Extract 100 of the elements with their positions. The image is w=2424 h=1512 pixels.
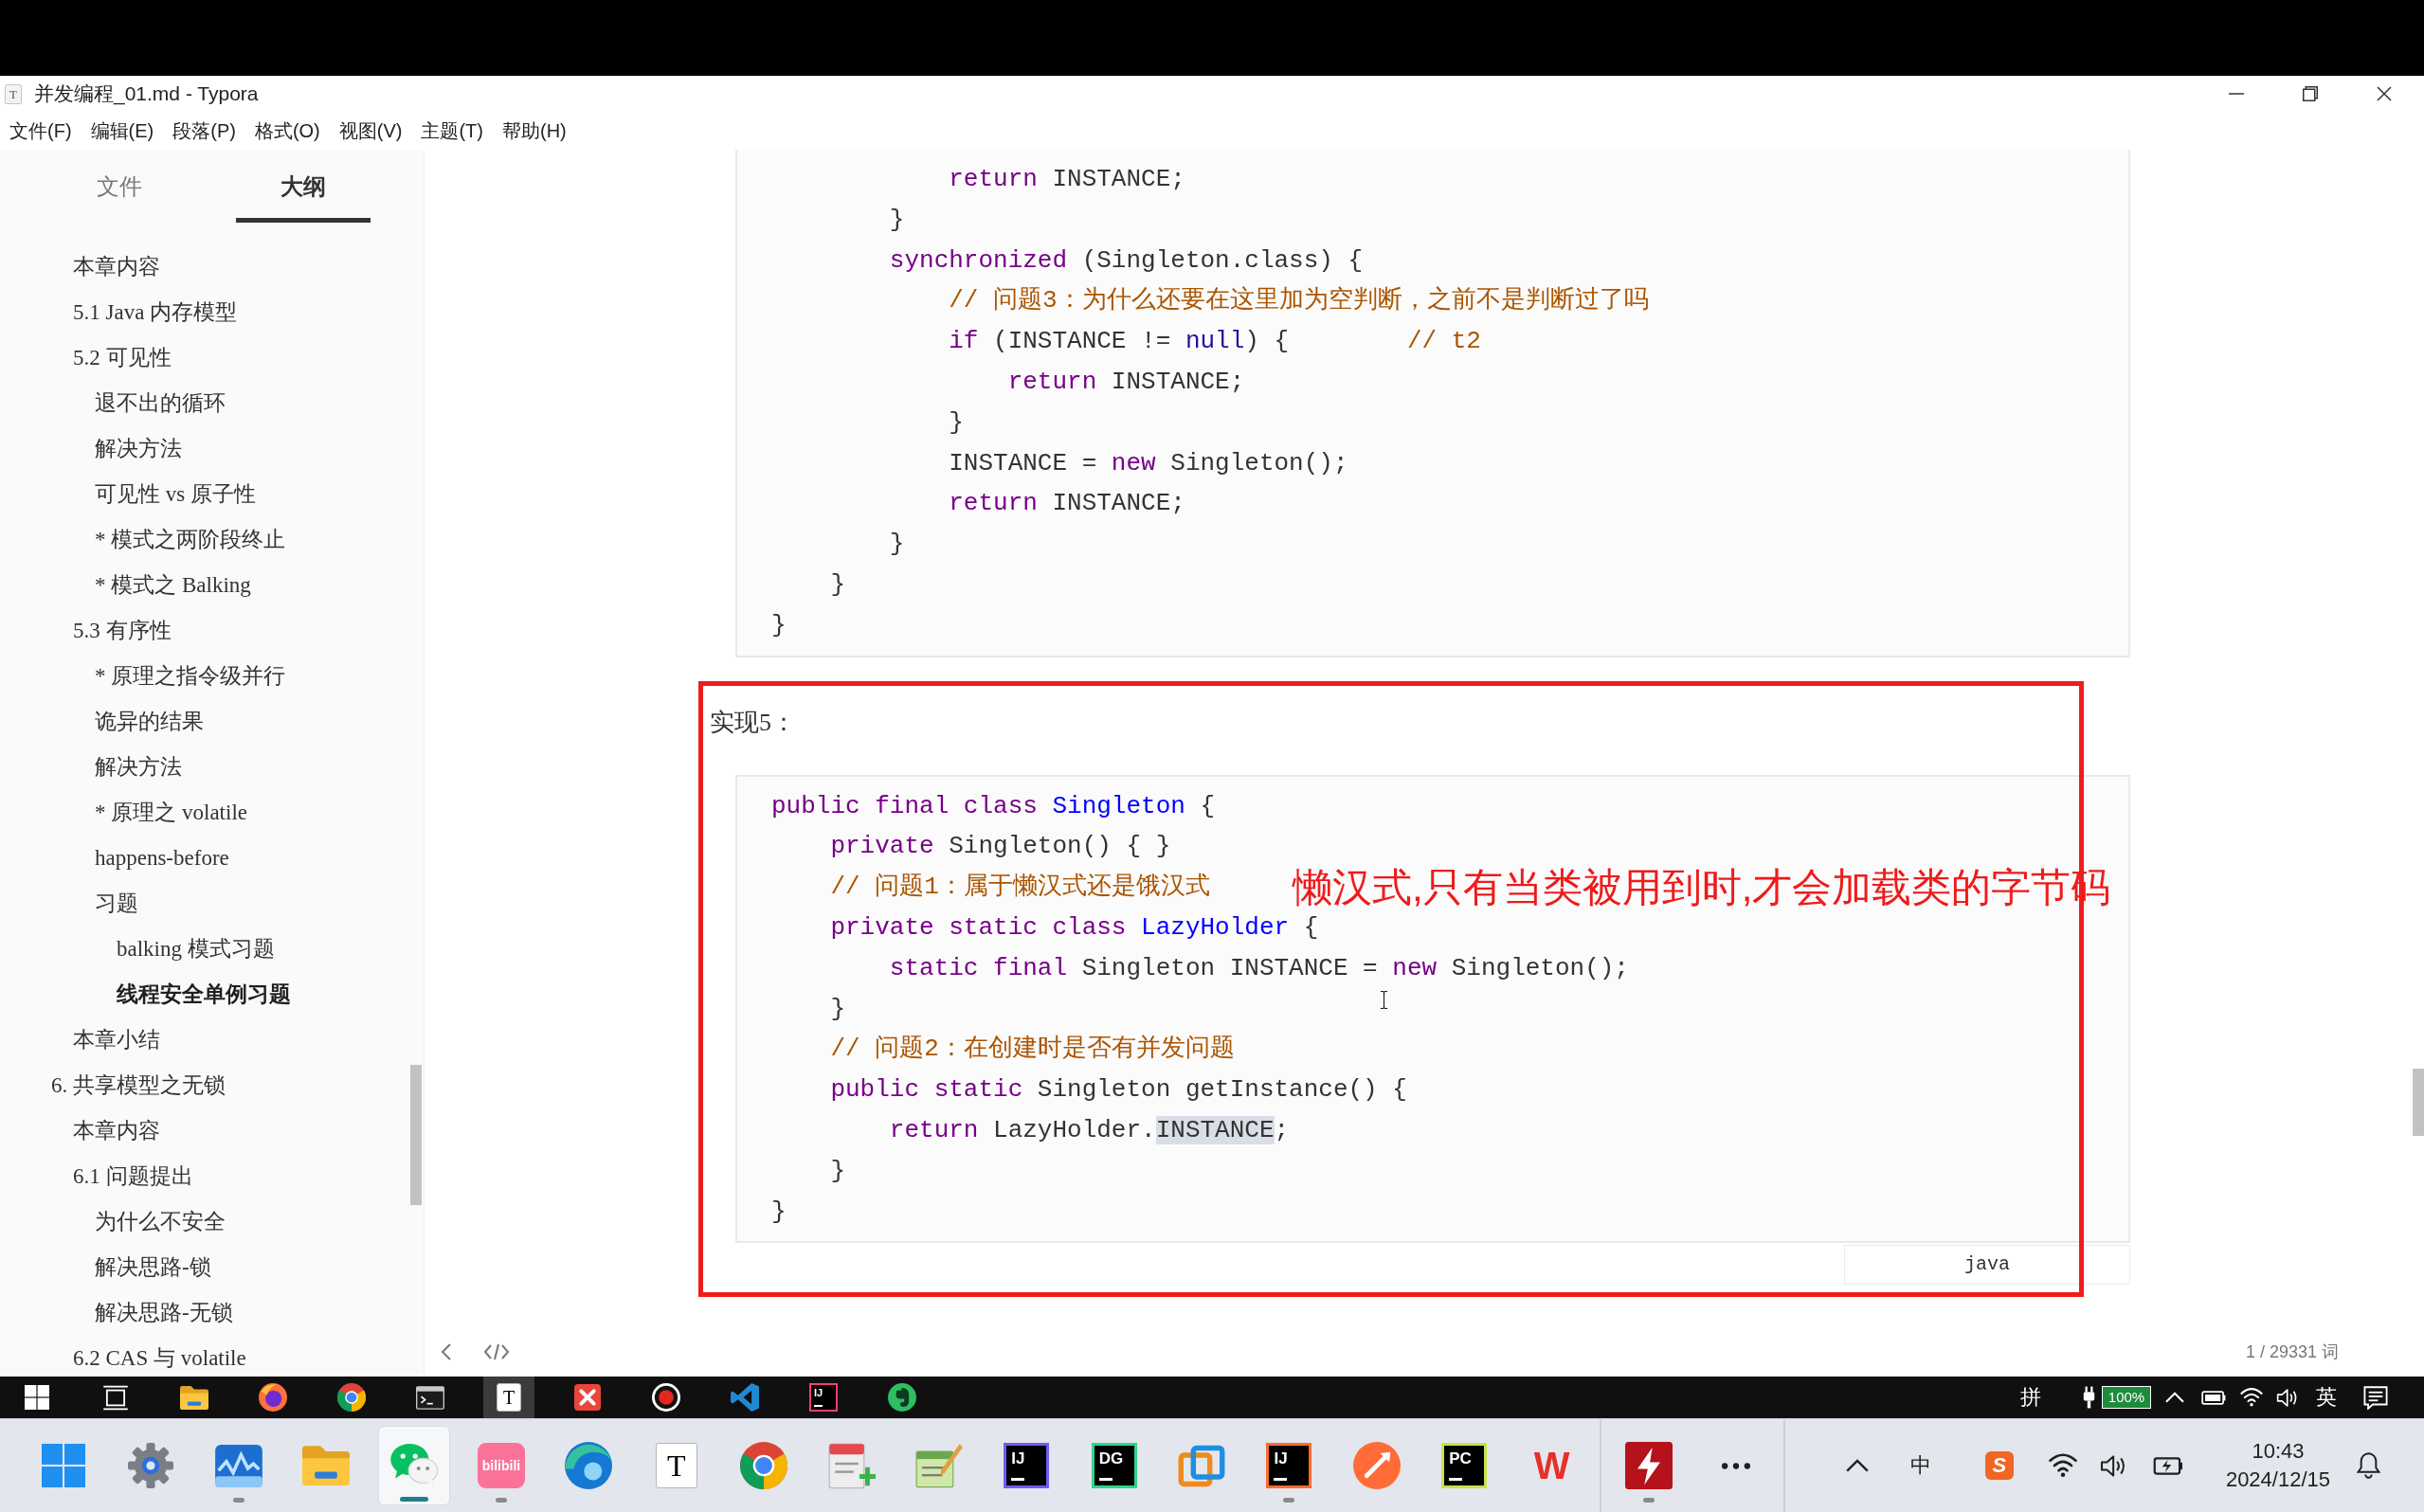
- taskbar-button[interactable]: IJ: [990, 1426, 1063, 1505]
- taskbar-button[interactable]: IJ: [1253, 1426, 1326, 1505]
- code-line: }: [771, 1196, 787, 1228]
- outline-item[interactable]: 线程安全单例习题: [117, 978, 291, 1012]
- overlapping-squares-icon: [1178, 1444, 1226, 1487]
- code-line: if (INSTANCE != null) { // t2: [948, 326, 1481, 358]
- outline-item[interactable]: 退不出的循环: [95, 387, 226, 421]
- outline-item[interactable]: 5.3 有序性: [73, 614, 172, 648]
- close-icon: [2377, 86, 2392, 101]
- code-line: return INSTANCE;: [948, 488, 1185, 520]
- code-line: private Singleton() { }: [829, 831, 1171, 863]
- outline-item[interactable]: * 原理之指令级并行: [95, 659, 286, 693]
- outline-item[interactable]: happens-before: [95, 841, 229, 875]
- taskbar-button[interactable]: IJ: [798, 1377, 849, 1418]
- chevron-up-icon[interactable]: [1845, 1459, 1869, 1472]
- code-line: }: [829, 993, 845, 1025]
- round-emblem-icon: [888, 1383, 916, 1412]
- flame-globe-icon: [259, 1383, 287, 1412]
- app-logo: T: [5, 83, 22, 104]
- outline-item[interactable]: * 模式之 Balking: [95, 568, 251, 603]
- menu-item[interactable]: 文件(F): [9, 117, 72, 145]
- outline-item[interactable]: 解决方法: [95, 750, 182, 784]
- outline-item[interactable]: 解决思路-锁: [95, 1251, 211, 1285]
- folder-icon: [180, 1385, 208, 1410]
- outline-item[interactable]: 6. 共享模型之无锁: [51, 1069, 226, 1103]
- menu-item[interactable]: 格式(O): [254, 117, 320, 145]
- taskbar-button[interactable]: T: [640, 1426, 713, 1505]
- outline-item[interactable]: 5.1 Java 内存模型: [73, 296, 238, 330]
- taskbar-button[interactable]: W: [1515, 1426, 1588, 1505]
- input-mode-indicator[interactable]: 英: [2316, 1387, 2337, 1408]
- code-line: // 问题1：属于懒汉式还是饿汉式: [829, 872, 1210, 904]
- battery-icon[interactable]: [2201, 1390, 2226, 1405]
- code-line: return INSTANCE;: [1006, 367, 1245, 398]
- menu-item[interactable]: 主题(T): [421, 117, 483, 145]
- code-line: // 问题3：为什么还要在这里加为空判断，之前不是判断过了吗: [948, 285, 1649, 317]
- outline-item[interactable]: 解决思路-无锁: [95, 1296, 233, 1330]
- app-logo: T: [497, 1383, 521, 1412]
- battery-charging-icon[interactable]: [2152, 1456, 2183, 1475]
- volume-icon[interactable]: [2099, 1454, 2127, 1477]
- code-language-field[interactable]: java: [1844, 1245, 2130, 1286]
- lightning-tile-icon: [1624, 1442, 1673, 1489]
- notepad-pen-icon: [914, 1443, 963, 1488]
- outline-item[interactable]: 诡异的结果: [95, 705, 204, 739]
- outline-item[interactable]: 5.2 可见性: [73, 341, 172, 375]
- scrollbar-thumb[interactable]: [410, 1065, 422, 1205]
- outline-item[interactable]: 为什么不安全: [95, 1205, 226, 1239]
- message-box-icon[interactable]: [2363, 1385, 2388, 1410]
- wifi-icon[interactable]: [2240, 1388, 2263, 1407]
- wave-chart-icon: [214, 1444, 262, 1487]
- window-title: 并发编程_01.md - Typora: [34, 81, 259, 107]
- taskbar-button[interactable]: DG: [1077, 1426, 1150, 1505]
- app-logo: IJ: [809, 1383, 838, 1412]
- outline-item[interactable]: 习题: [95, 887, 138, 921]
- input-mode-indicator[interactable]: 拼: [2020, 1387, 2041, 1408]
- record-icon: [652, 1383, 680, 1412]
- cross-tile-icon: [574, 1384, 601, 1411]
- code-icon[interactable]: [483, 1342, 510, 1361]
- outline-item[interactable]: 6.2 CAS 与 volatile: [73, 1341, 246, 1376]
- menu-item[interactable]: 帮助(H): [502, 117, 567, 145]
- outline-item[interactable]: 6.1 问题提出: [73, 1160, 193, 1194]
- menu-item[interactable]: 段落(P): [172, 117, 236, 145]
- bell-icon[interactable]: [2357, 1452, 2380, 1479]
- code-line: private static class LazyHolder {: [829, 911, 1319, 944]
- input-mode-indicator[interactable]: 中: [1909, 1455, 1931, 1476]
- clock-time[interactable]: 10:43: [2252, 1437, 2305, 1466]
- scrollbar-thumb[interactable]: [2413, 1069, 2424, 1136]
- outline-item[interactable]: * 模式之两阶段终止: [95, 523, 286, 557]
- outline-item[interactable]: * 原理之 volatile: [95, 796, 247, 830]
- code-line: public static Singleton getInstance() {: [829, 1074, 1407, 1107]
- outline-item[interactable]: 解决方法: [95, 432, 182, 466]
- code-line: }: [829, 568, 845, 601]
- menu-item[interactable]: 编辑(E): [90, 117, 154, 145]
- outline-item[interactable]: balking 模式习题: [117, 932, 275, 966]
- outline-item[interactable]: 本章内容: [73, 250, 160, 284]
- frames-icon: [102, 1384, 129, 1411]
- chevron-left-icon[interactable]: [441, 1342, 452, 1361]
- code-line: return LazyHolder.INSTANCE;: [888, 1114, 1290, 1146]
- clock-date[interactable]: 2024/12/15: [2225, 1466, 2330, 1494]
- code-line: }: [771, 609, 787, 641]
- sidebar-tab[interactable]: 文件: [27, 150, 211, 223]
- paragraph: 实现5：: [710, 707, 796, 738]
- battery-percentage: 100%: [2102, 1386, 2151, 1409]
- outline-item[interactable]: 本章内容: [73, 1114, 160, 1148]
- code-line: }: [888, 204, 905, 236]
- app-logo: PC: [1441, 1443, 1488, 1488]
- plug-icon[interactable]: [2083, 1386, 2095, 1409]
- app-logo: T: [655, 1443, 697, 1488]
- taskbar-button[interactable]: PC: [1428, 1426, 1501, 1505]
- code-line: synchronized (Singleton.class) {: [888, 244, 1364, 277]
- four-squares-icon: [42, 1444, 85, 1487]
- outline-item[interactable]: 本章小结: [73, 1023, 160, 1057]
- sidebar-tab[interactable]: 大纲: [211, 150, 395, 223]
- swirl-icon: [565, 1442, 613, 1489]
- outline-item[interactable]: 可见性 vs 原子性: [95, 477, 256, 512]
- menu-item[interactable]: 视图(V): [338, 117, 403, 145]
- wifi-icon[interactable]: [2048, 1453, 2077, 1478]
- taskbar-button[interactable]: T: [483, 1377, 534, 1418]
- notepad-icon: [827, 1442, 876, 1489]
- text-cursor-icon: [1380, 989, 1388, 1010]
- volume-icon[interactable]: [2276, 1388, 2299, 1407]
